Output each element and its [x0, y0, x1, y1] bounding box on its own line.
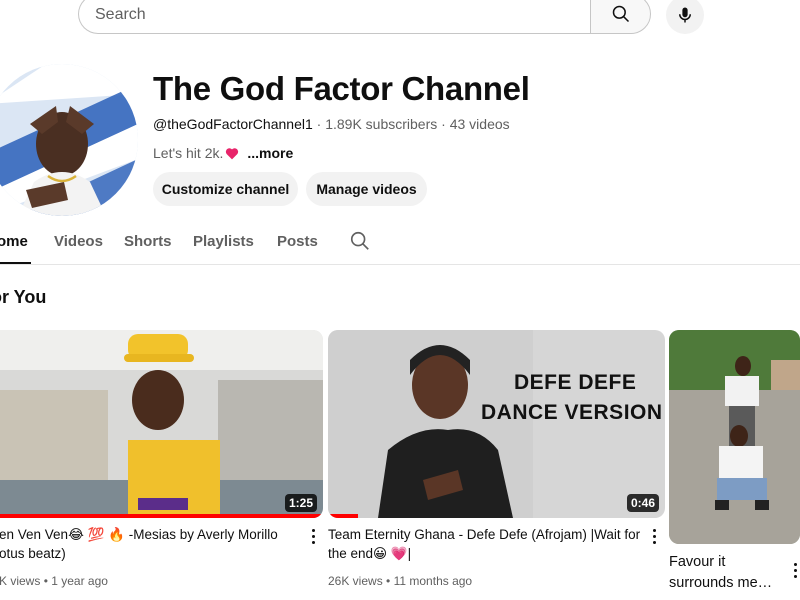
video-age: 11 months ago [393, 574, 473, 588]
video-title[interactable]: Team Eternity Ghana - Defe Defe (Afrojam… [328, 525, 643, 563]
watch-progress-bar [0, 514, 323, 518]
more-vert-icon[interactable] [647, 526, 661, 546]
meta-separator: • [386, 574, 391, 588]
channel-description[interactable]: Let's hit 2k. ...more [153, 145, 293, 161]
channel-tabs: ome Videos Shorts Playlists Posts [0, 222, 800, 265]
video-title-line: surrounds me… [669, 575, 773, 591]
search-input[interactable] [78, 0, 590, 34]
short-title[interactable]: Favour it surrounds me… [669, 552, 784, 594]
channel-handle: @theGodFactorChannel1 [153, 116, 313, 132]
video-meta: K views • 1 year ago [0, 574, 108, 588]
tab-videos[interactable]: Videos [54, 233, 103, 250]
search-icon [612, 5, 629, 23]
view-count: K views [0, 574, 41, 588]
active-tab-indicator [0, 262, 31, 264]
customize-channel-button[interactable]: Customize channel [153, 172, 298, 206]
subscriber-count: 1.89K subscribers [325, 116, 438, 132]
manage-videos-button[interactable]: Manage videos [306, 172, 427, 206]
section-title: or You [0, 287, 47, 307]
video-count: 43 videos [449, 116, 510, 132]
stat-separator: · [441, 116, 446, 132]
video-title-line: Team Eternity Ghana - Defe Defe (Afrojam… [328, 527, 641, 542]
watch-progress-bar [328, 514, 359, 518]
short-thumbnail[interactable] [669, 330, 800, 544]
more-vert-icon[interactable] [306, 526, 320, 546]
video-title-line: the end😀 💗| [328, 546, 412, 561]
mic-icon [679, 7, 691, 23]
tab-shorts[interactable]: Shorts [124, 233, 172, 250]
video-duration: 0:46 [626, 494, 659, 512]
voice-search-button[interactable] [666, 0, 704, 34]
video-meta: 26K views • 11 months ago [328, 574, 472, 588]
video-title-line: en Ven Ven😂 💯 🔥 -Mesias by Averly Morill… [0, 527, 278, 542]
thumbnail-text: DANCE VERSION [481, 401, 663, 424]
channel-stats: @theGodFactorChannel1 · 1.89K subscriber… [153, 116, 510, 132]
search-button[interactable] [590, 0, 651, 34]
tab-playlists[interactable]: Playlists [193, 233, 254, 250]
video-duration: 1:25 [284, 494, 317, 512]
video-title-line: Favour it [669, 554, 726, 570]
channel-name: The God Factor Channel [153, 70, 530, 107]
meta-separator: • [43, 574, 48, 588]
thumbnail-text: DEFE DEFE [514, 371, 637, 394]
video-thumbnail[interactable]: DEFE DEFE DANCE VERSION 0:46 [328, 330, 665, 518]
tab-posts[interactable]: Posts [277, 233, 318, 250]
more-vert-icon[interactable] [788, 560, 800, 580]
search-icon [350, 231, 369, 250]
heart-icon [226, 147, 239, 159]
channel-avatar[interactable] [0, 64, 138, 216]
video-title[interactable]: en Ven Ven😂 💯 🔥 -Mesias by Averly Morill… [0, 525, 299, 563]
more-link[interactable]: ...more [247, 145, 293, 161]
video-age: 1 year ago [51, 574, 108, 588]
video-title-line: otus beatz) [0, 546, 66, 561]
stat-separator: · [316, 116, 322, 132]
tab-home[interactable]: ome [0, 233, 28, 250]
description-text: Let's hit 2k. [153, 145, 224, 161]
view-count: 26K views [328, 574, 383, 588]
video-thumbnail[interactable]: 1:25 [0, 330, 323, 518]
search-bar [78, 0, 651, 34]
channel-search-button[interactable] [349, 230, 371, 257]
